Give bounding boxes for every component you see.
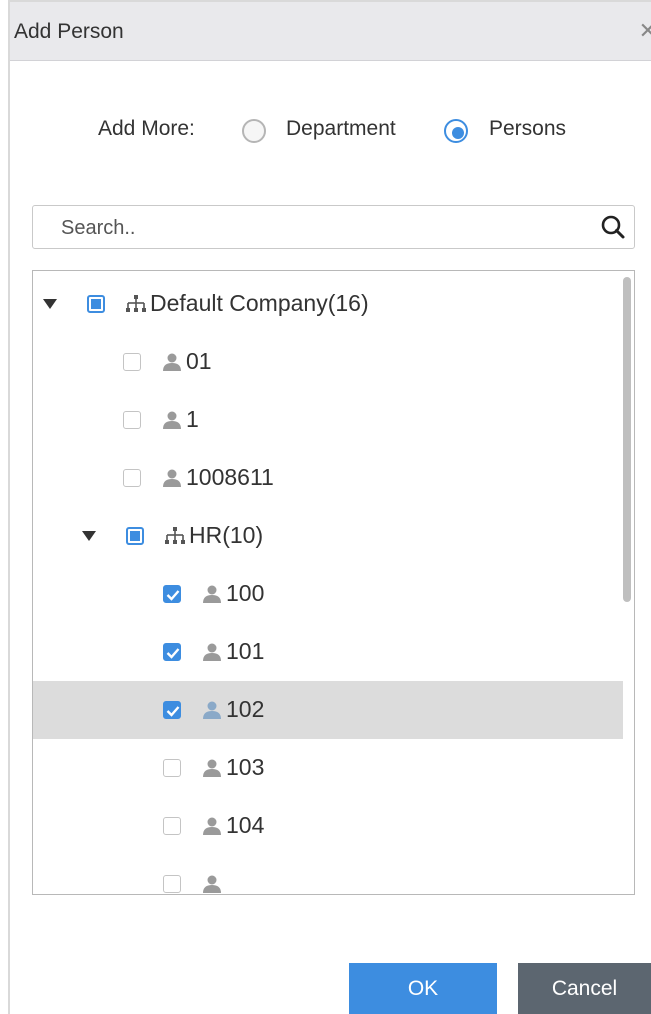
tree-node-person[interactable]: 101 xyxy=(33,623,623,681)
persons-radio-label[interactable]: Persons xyxy=(489,117,566,141)
person-icon xyxy=(201,700,223,720)
checkbox[interactable] xyxy=(126,527,144,545)
add-more-label: Add More: xyxy=(98,117,195,140)
close-icon[interactable]: ✕ xyxy=(639,18,651,44)
tree-node-label: 102 xyxy=(226,696,265,722)
add-person-dialog: Add Person ✕ Add More: Department Person… xyxy=(0,0,651,1014)
add-more-options: Add More: Department Persons xyxy=(0,112,651,152)
radio-unchecked-icon xyxy=(242,119,266,143)
checkbox[interactable] xyxy=(123,469,141,487)
tree-node-label: 1008611 xyxy=(186,464,274,490)
dialog-titlebar: Add Person ✕ xyxy=(10,2,651,61)
tree-node-person[interactable]: 102 xyxy=(33,681,623,739)
department-radio[interactable] xyxy=(242,119,266,143)
tree-node-person[interactable]: 1008611 xyxy=(33,449,623,507)
dialog-left-border xyxy=(8,0,10,1014)
person-icon xyxy=(161,410,183,430)
cancel-button[interactable]: Cancel xyxy=(518,963,651,1014)
tree-node-label: 100 xyxy=(226,580,265,606)
person-tree: Default Company(16) 01 1 1008611 HR(10) 100 10… xyxy=(32,270,635,895)
tree-node-label: 104 xyxy=(226,812,265,838)
checkbox[interactable] xyxy=(163,817,181,835)
search-input[interactable] xyxy=(59,215,583,241)
person-icon xyxy=(201,816,223,836)
department-radio-label[interactable]: Department xyxy=(286,117,396,141)
checkbox[interactable] xyxy=(123,353,141,371)
checkbox[interactable] xyxy=(163,759,181,777)
tree-node-label: Default Company(16) xyxy=(150,290,369,316)
tree-node-person[interactable]: 104 xyxy=(33,797,623,855)
person-icon xyxy=(201,642,223,662)
tree-node-person[interactable]: 01 xyxy=(33,333,623,391)
dialog-title: Add Person xyxy=(14,20,124,43)
expand-triangle-icon[interactable] xyxy=(82,531,96,541)
tree-node-person[interactable]: 100 xyxy=(33,565,623,623)
checkbox[interactable] xyxy=(163,875,181,893)
checkbox[interactable] xyxy=(87,295,105,313)
checkbox[interactable] xyxy=(163,701,181,719)
tree-node-org[interactable]: HR(10) xyxy=(33,507,623,565)
ok-button[interactable]: OK xyxy=(349,963,497,1014)
organization-icon xyxy=(164,526,186,546)
tree-scrollbar[interactable] xyxy=(623,277,631,602)
tree-node-person[interactable]: 1 xyxy=(33,391,623,449)
person-icon xyxy=(201,758,223,778)
person-icon xyxy=(201,584,223,604)
persons-radio[interactable] xyxy=(444,119,468,143)
tree-node-label: 101 xyxy=(226,638,265,664)
tree-node-org[interactable]: Default Company(16) xyxy=(33,275,623,333)
checkbox[interactable] xyxy=(163,643,181,661)
search-box xyxy=(32,205,635,249)
person-icon xyxy=(161,352,183,372)
tree-node-label: HR(10) xyxy=(189,522,264,548)
checkbox[interactable] xyxy=(163,585,181,603)
radio-checked-icon xyxy=(444,119,468,143)
search-icon[interactable] xyxy=(600,214,626,240)
tree-node-label: 01 xyxy=(186,348,212,374)
tree-node-label: 103 xyxy=(226,754,265,780)
tree-node-person[interactable] xyxy=(33,855,623,894)
organization-icon xyxy=(125,294,147,314)
person-icon xyxy=(161,468,183,488)
checkbox[interactable] xyxy=(123,411,141,429)
person-icon xyxy=(201,874,223,894)
expand-triangle-icon[interactable] xyxy=(43,299,57,309)
tree-node-label: 1 xyxy=(186,406,199,432)
tree-node-person[interactable]: 103 xyxy=(33,739,623,797)
